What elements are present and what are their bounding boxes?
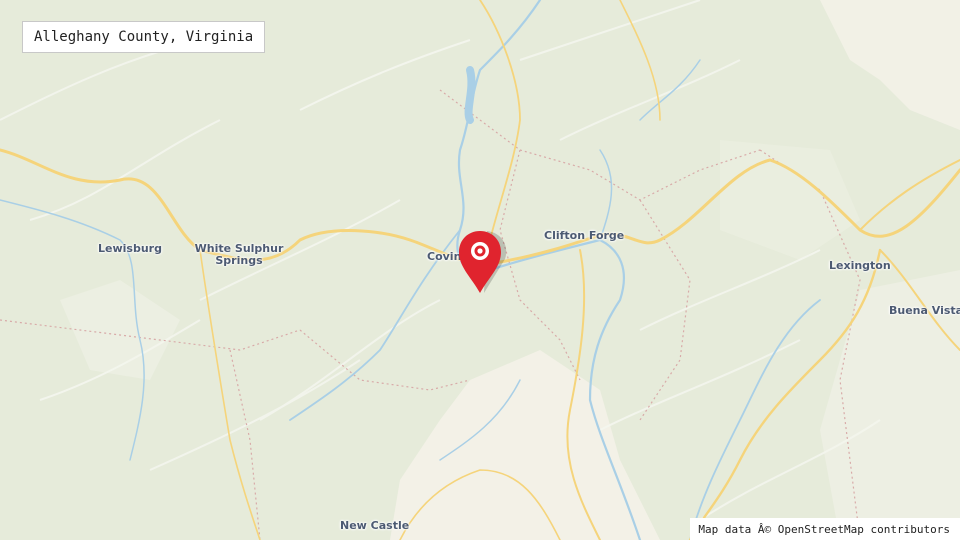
map-pin-icon[interactable]: [457, 229, 507, 295]
place-label-new-castle: New Castle: [340, 519, 410, 532]
place-label-buena-vista: Buena Vista: [889, 304, 960, 317]
place-label-lexington: Lexington: [829, 259, 891, 272]
place-label-line: Springs: [215, 254, 263, 267]
place-label-clifton-forge: Clifton Forge: [544, 229, 625, 242]
place-label-white-sulphur-springs: White Sulphur Springs: [194, 243, 284, 267]
map-title: Alleghany County, Virginia: [22, 21, 266, 53]
map-view[interactable]: Alleghany County, Virginia Lewisburg Whi…: [0, 0, 960, 540]
map-attribution[interactable]: Map data Â© OpenStreetMap contributors: [690, 518, 960, 540]
place-label-lewisburg: Lewisburg: [98, 242, 162, 255]
